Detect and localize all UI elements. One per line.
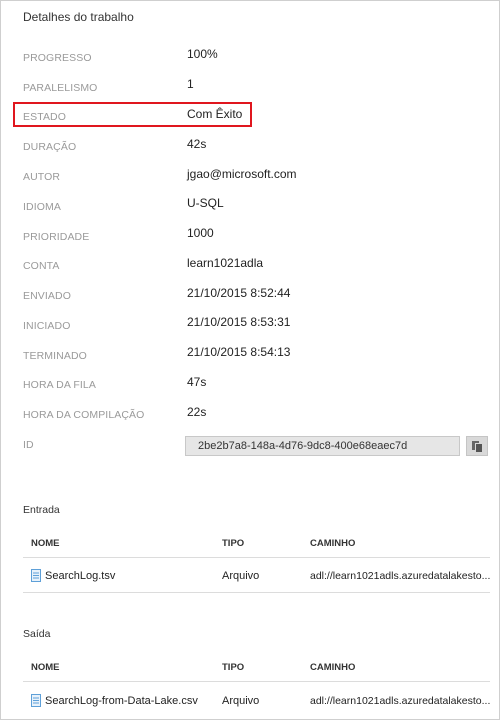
account-value: learn1021adla bbox=[187, 256, 264, 270]
priority-value: 1000 bbox=[187, 226, 214, 240]
submitted-label: ENVIADO bbox=[23, 290, 71, 302]
copy-id-button[interactable] bbox=[466, 436, 488, 456]
account-label: CONTA bbox=[23, 260, 60, 272]
output-section-title: Saída bbox=[23, 628, 51, 640]
queue-time-label: HORA DA FILA bbox=[23, 379, 96, 391]
input-row-divider bbox=[23, 592, 490, 593]
ended-value: 21/10/2015 8:54:13 bbox=[187, 345, 291, 359]
output-col-type: TIPO bbox=[222, 662, 245, 673]
ended-label: TERMINADO bbox=[23, 350, 87, 362]
queue-time-value: 47s bbox=[187, 375, 207, 389]
parallelism-value: 1 bbox=[187, 77, 194, 91]
output-file-type: Arquivo bbox=[222, 695, 260, 707]
submitted-value: 21/10/2015 8:52:44 bbox=[187, 286, 291, 300]
input-col-path: CAMINHO bbox=[310, 538, 356, 549]
output-file-name[interactable]: SearchLog-from-Data-Lake.csv bbox=[45, 695, 198, 707]
file-icon bbox=[31, 694, 41, 707]
priority-label: PRIORIDADE bbox=[23, 231, 90, 243]
language-label: IDIOMA bbox=[23, 201, 61, 213]
input-file-path: adl://learn1021adls.azuredatalakesto... bbox=[310, 570, 491, 582]
output-col-path: CAMINHO bbox=[310, 662, 356, 673]
panel-title: Detalhes do trabalho bbox=[23, 10, 134, 24]
output-col-name: NOME bbox=[31, 662, 60, 673]
author-label: AUTOR bbox=[23, 171, 61, 183]
id-label: ID bbox=[23, 439, 34, 451]
input-file-name[interactable]: SearchLog.tsv bbox=[45, 570, 115, 582]
output-header-divider bbox=[23, 681, 490, 682]
language-value: U-SQL bbox=[187, 196, 224, 210]
input-col-name: NOME bbox=[31, 538, 60, 549]
input-col-type: TIPO bbox=[222, 538, 245, 549]
input-file-type: Arquivo bbox=[222, 570, 260, 582]
parallelism-label: PARALELISMO bbox=[23, 82, 98, 94]
started-label: INICIADO bbox=[23, 320, 71, 332]
input-header-divider bbox=[23, 557, 490, 558]
file-icon bbox=[31, 569, 41, 582]
input-section-title: Entrada bbox=[23, 504, 60, 516]
job-details-panel: Detalhes do trabalho PROGRESSO 100% PARA… bbox=[0, 0, 500, 720]
output-file-path: adl://learn1021adls.azuredatalakesto... bbox=[310, 695, 491, 707]
state-value: Com Êxito bbox=[187, 107, 243, 121]
compile-time-label: HORA DA COMPILAÇÃO bbox=[23, 409, 145, 421]
author-value: jgao@microsoft.com bbox=[187, 167, 297, 181]
duration-value: 42s bbox=[187, 137, 207, 151]
progress-value: 100% bbox=[187, 47, 218, 61]
compile-time-value: 22s bbox=[187, 405, 207, 419]
job-id-field[interactable]: 2be2b7a8-148a-4d76-9dc8-400e68eaec7d bbox=[185, 436, 460, 456]
duration-label: DURAÇÃO bbox=[23, 141, 77, 153]
state-label: ESTADO bbox=[23, 111, 66, 123]
progress-label: PROGRESSO bbox=[23, 52, 92, 64]
started-value: 21/10/2015 8:53:31 bbox=[187, 315, 291, 329]
copy-icon bbox=[472, 441, 483, 453]
